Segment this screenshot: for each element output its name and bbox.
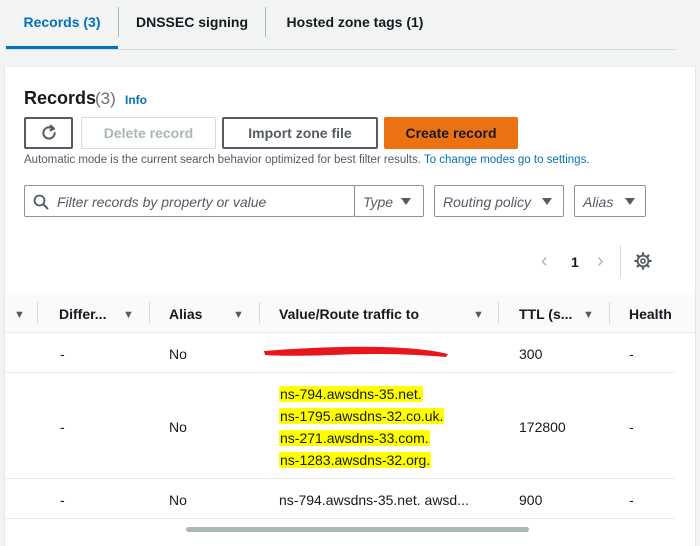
column-divider[interactable]	[259, 302, 260, 324]
sort-icon[interactable]: ▼	[473, 309, 484, 321]
tab-bar: Records (3) DNSSEC signing Hosted zone t…	[0, 0, 700, 50]
highlighted-value: ns-794.awsdns-35.net.	[279, 386, 423, 402]
chevron-down-icon	[542, 198, 552, 205]
column-divider[interactable]	[609, 302, 610, 324]
search-mode-text: Automatic mode is the current search beh…	[24, 154, 421, 166]
chevron-down-icon	[625, 198, 635, 205]
highlighted-value: ns-271.awsdns-33.com.	[279, 430, 430, 446]
differentiator-cell: -	[60, 346, 65, 362]
chevron-down-icon	[401, 198, 411, 205]
tab-divider-line	[6, 49, 676, 50]
alias-select[interactable]: Alias	[574, 185, 646, 217]
column-header-differentiator[interactable]: Differ...	[59, 306, 106, 322]
gear-icon[interactable]	[634, 252, 652, 270]
highlighted-value: ns-1795.awsdns-32.co.uk.	[279, 408, 445, 424]
info-link[interactable]: Info	[125, 93, 147, 107]
alias-select-label: Alias	[583, 194, 614, 210]
value-cell-line: ns-1283.awsdns-32.org.	[279, 452, 432, 468]
ttl-cell: 900	[519, 492, 543, 508]
records-title: Records	[24, 88, 97, 108]
sort-icon[interactable]: ▼	[14, 309, 25, 321]
ttl-cell: 300	[519, 346, 543, 362]
refresh-button[interactable]	[24, 117, 73, 149]
next-page-icon[interactable]: ›	[597, 250, 604, 273]
current-page-number[interactable]: 1	[571, 254, 579, 270]
create-record-label: Create record	[405, 125, 497, 141]
column-header-ttl[interactable]: TTL (s...	[519, 306, 572, 322]
delete-record-button[interactable]: Delete record	[81, 117, 216, 149]
value-cell-line: ns-794.awsdns-35.net.	[279, 386, 423, 402]
type-select-label: Type	[363, 194, 394, 210]
pagination-divider	[620, 245, 621, 277]
refresh-icon	[41, 124, 56, 140]
alias-cell: No	[169, 346, 187, 362]
row-divider	[5, 478, 675, 479]
filter-placeholder: Filter records by property or value	[57, 194, 267, 210]
import-zone-file-button[interactable]: Import zone file	[222, 117, 378, 149]
alias-cell: No	[169, 419, 187, 435]
sort-icon[interactable]: ▼	[123, 309, 134, 321]
type-select[interactable]: Type	[354, 185, 424, 217]
column-header-health[interactable]: Health	[629, 306, 672, 322]
ttl-cell: 172800	[519, 419, 566, 435]
redaction-mark	[264, 346, 448, 357]
create-record-button[interactable]: Create record	[384, 117, 518, 149]
column-divider[interactable]	[37, 302, 38, 324]
column-header-value[interactable]: Value/Route traffic to	[279, 306, 419, 322]
sort-icon[interactable]: ▼	[583, 309, 594, 321]
routing-policy-label: Routing policy	[443, 194, 531, 210]
health-cell: -	[629, 419, 634, 435]
row-divider	[5, 372, 675, 373]
alias-cell: No	[169, 492, 187, 508]
highlighted-value: ns-1283.awsdns-32.org.	[279, 452, 432, 468]
differentiator-cell: -	[60, 419, 65, 435]
search-icon	[33, 194, 49, 210]
value-cell-line: ns-271.awsdns-33.com.	[279, 430, 430, 446]
column-header-alias[interactable]: Alias	[169, 306, 202, 322]
health-cell: -	[629, 492, 634, 508]
sort-icon[interactable]: ▼	[233, 309, 244, 321]
column-divider[interactable]	[149, 302, 150, 324]
previous-page-icon[interactable]: ‹	[541, 250, 548, 273]
horizontal-scrollbar[interactable]	[186, 527, 529, 532]
value-cell: ns-794.awsdns-35.net. awsd...	[279, 492, 469, 508]
filter-records-input[interactable]: Filter records by property or value	[24, 185, 355, 217]
tab-dnssec-signing[interactable]: DNSSEC signing	[119, 0, 265, 48]
health-cell: -	[629, 346, 634, 362]
tab-records[interactable]: Records (3)	[6, 0, 118, 48]
differentiator-cell: -	[60, 492, 65, 508]
tab-hosted-zone-tags[interactable]: Hosted zone tags (1)	[266, 0, 444, 48]
search-mode-note: Automatic mode is the current search beh…	[24, 154, 590, 166]
settings-link[interactable]: To change modes go to settings.	[424, 154, 590, 166]
row-divider	[5, 518, 675, 519]
records-count: (3)	[95, 89, 116, 108]
column-divider[interactable]	[498, 302, 499, 324]
routing-policy-select[interactable]: Routing policy	[434, 185, 564, 217]
value-cell-line: ns-1795.awsdns-32.co.uk.	[279, 408, 445, 424]
